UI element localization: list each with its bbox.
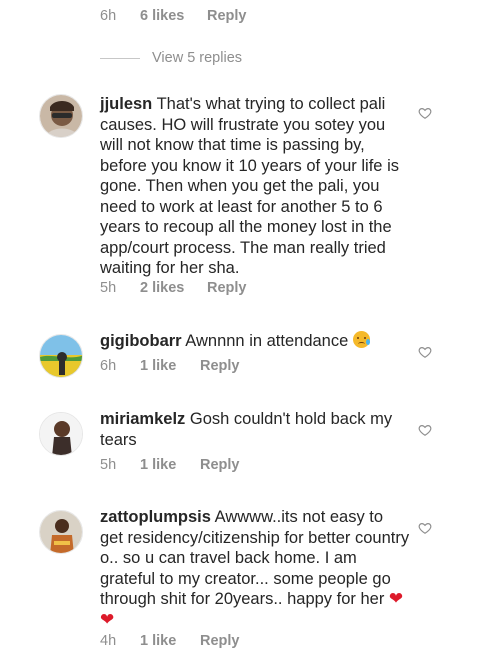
username[interactable]: miriamkelz <box>100 410 185 428</box>
divider <box>100 57 140 59</box>
username[interactable]: jjulesn <box>100 95 152 113</box>
like-heart-icon[interactable] <box>418 345 432 359</box>
username[interactable]: zattoplumpsis <box>100 508 211 526</box>
likes-count[interactable]: 6 likes <box>140 8 207 24</box>
timestamp: 4h <box>100 633 117 649</box>
avatar[interactable] <box>39 412 83 456</box>
timestamp: 5h <box>100 457 117 473</box>
timestamp: 5h <box>100 280 117 296</box>
comment-text: jjulesn That's what trying to collect pa… <box>100 94 410 279</box>
reply-button[interactable]: Reply <box>207 280 247 296</box>
likes-count[interactable]: 1 like <box>140 633 200 649</box>
comment-meta-row: 4h 1 like Reply <box>100 633 240 649</box>
comment-meta-row: 6h 1 like Reply <box>100 358 240 374</box>
likes-count[interactable]: 2 likes <box>140 280 207 296</box>
comment-text: miriamkelz Gosh couldn't hold back my te… <box>100 409 410 450</box>
like-heart-icon[interactable] <box>418 423 432 437</box>
avatar[interactable] <box>39 334 83 378</box>
avatar[interactable] <box>39 94 83 138</box>
reply-button[interactable]: Reply <box>207 8 247 24</box>
comment-text: gigibobarr Awnnnn in attendance <box>100 331 410 352</box>
comment-body: Awnnnn in attendance <box>185 332 349 350</box>
likes-count[interactable]: 1 like <box>140 358 200 374</box>
comment-text: zattoplumpsis Awwww..its not easy to get… <box>100 507 410 630</box>
like-heart-icon[interactable] <box>418 521 432 535</box>
crying-face-icon <box>352 331 370 348</box>
timestamp: 6h <box>100 8 117 24</box>
like-heart-icon[interactable] <box>418 106 432 120</box>
view-replies-label[interactable]: View 5 replies <box>152 50 242 66</box>
likes-count[interactable]: 1 like <box>140 457 200 473</box>
username[interactable]: gigibobarr <box>100 332 182 350</box>
reply-button[interactable]: Reply <box>200 457 240 473</box>
view-replies[interactable]: View 5 replies <box>100 50 242 66</box>
comment-meta-row: 5h 2 likes Reply <box>100 280 247 296</box>
comment-meta-row: 6h 6 likes Reply <box>100 8 247 24</box>
reply-button[interactable]: Reply <box>200 358 240 374</box>
comment-body: That's what trying to collect pali cause… <box>100 95 399 277</box>
reply-button[interactable]: Reply <box>200 633 240 649</box>
timestamp: 6h <box>100 358 117 374</box>
comment-meta-row: 5h 1 like Reply <box>100 457 240 473</box>
avatar[interactable] <box>39 510 83 554</box>
